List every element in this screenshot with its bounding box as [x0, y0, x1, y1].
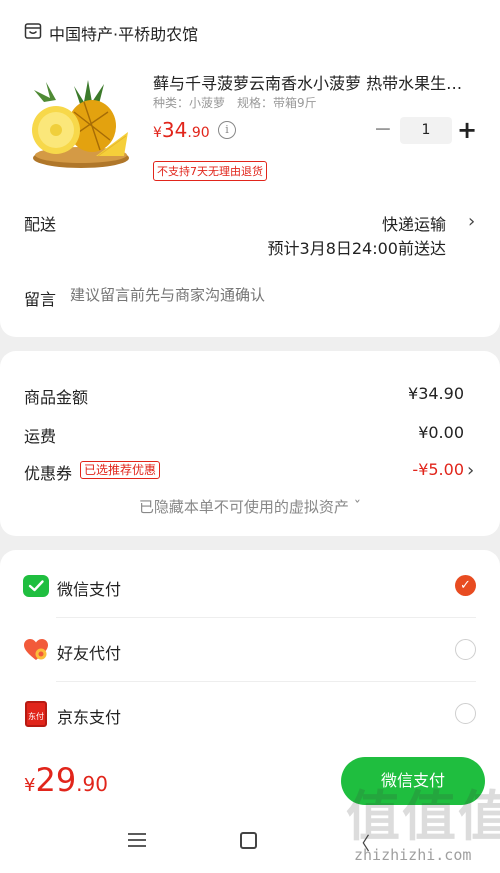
- product-title[interactable]: 藓与千寻菠萝云南香水小菠萝 热带水果生…: [153, 70, 478, 94]
- note-input[interactable]: [70, 286, 470, 304]
- coupon-label: 优惠券: [24, 464, 73, 483]
- chevron-right-icon[interactable]: ›: [468, 213, 475, 231]
- wechat-pay-icon: [23, 575, 49, 597]
- shipping-fee-label: 运费: [24, 427, 57, 446]
- info-icon[interactable]: i: [218, 121, 236, 139]
- payment-label-jd: 京东支付: [57, 708, 122, 727]
- quantity-increase-button[interactable]: +: [456, 116, 478, 144]
- coupon-value[interactable]: -¥5.00: [412, 460, 464, 479]
- product-thumbnail[interactable]: [24, 72, 139, 172]
- price-currency: ¥: [153, 125, 162, 141]
- payment-label-friend: 好友代付: [57, 644, 122, 663]
- total-price: ¥29.90: [24, 761, 108, 799]
- quantity-input[interactable]: 1: [400, 117, 452, 144]
- product-price: ¥34.90: [153, 118, 210, 142]
- price-decimal: .90: [187, 125, 210, 141]
- product-spec-size: 规格：带箱9斤: [237, 96, 317, 110]
- total-integer: 29: [35, 761, 77, 799]
- hidden-assets-toggle[interactable]: 已隐藏本单不可使用的虚拟资产 ˇ: [0, 496, 500, 517]
- friend-pay-icon: [24, 639, 48, 660]
- radio-unselected-icon[interactable]: [455, 639, 476, 660]
- total-currency: ¥: [24, 775, 36, 796]
- shop-icon: [24, 23, 42, 39]
- chevron-right-icon[interactable]: ›: [467, 462, 474, 480]
- payment-label-wechat: 微信支付: [57, 580, 122, 599]
- home-icon[interactable]: [240, 832, 257, 849]
- quantity-decrease-button[interactable]: −: [373, 116, 393, 144]
- delivery-label: 配送: [24, 215, 57, 234]
- delivery-method[interactable]: 快递运输: [382, 211, 446, 235]
- jd-pay-icon-text: 东付: [28, 712, 44, 721]
- recent-apps-icon[interactable]: [128, 832, 146, 848]
- radio-selected-icon[interactable]: ✓: [455, 575, 476, 596]
- watermark-url: zhizhizhi.com: [354, 846, 472, 864]
- note-label: 留言: [24, 290, 57, 309]
- shop-name[interactable]: 中国特产·平桥助农馆: [49, 21, 198, 45]
- price-integer: 34: [161, 118, 188, 142]
- goods-amount-label: 商品金额: [24, 388, 89, 407]
- shipping-fee-value: ¥0.00: [418, 423, 464, 442]
- product-spec-type: 种类：小菠萝: [153, 96, 226, 110]
- return-policy-badge: 不支持7天无理由退货: [153, 161, 267, 181]
- total-decimal: .90: [76, 772, 108, 796]
- watermark-logo: 值值值: [346, 785, 500, 848]
- goods-amount-value: ¥34.90: [408, 384, 464, 403]
- delivery-eta: 预计3月8日24:00前送达: [267, 239, 446, 258]
- coupon-recommended-badge: 已选推荐优惠: [80, 461, 161, 479]
- radio-unselected-icon[interactable]: [455, 703, 476, 724]
- jd-pay-icon: 东付: [25, 701, 47, 727]
- product-spec: 种类：小菠萝 规格：带箱9斤: [153, 94, 329, 111]
